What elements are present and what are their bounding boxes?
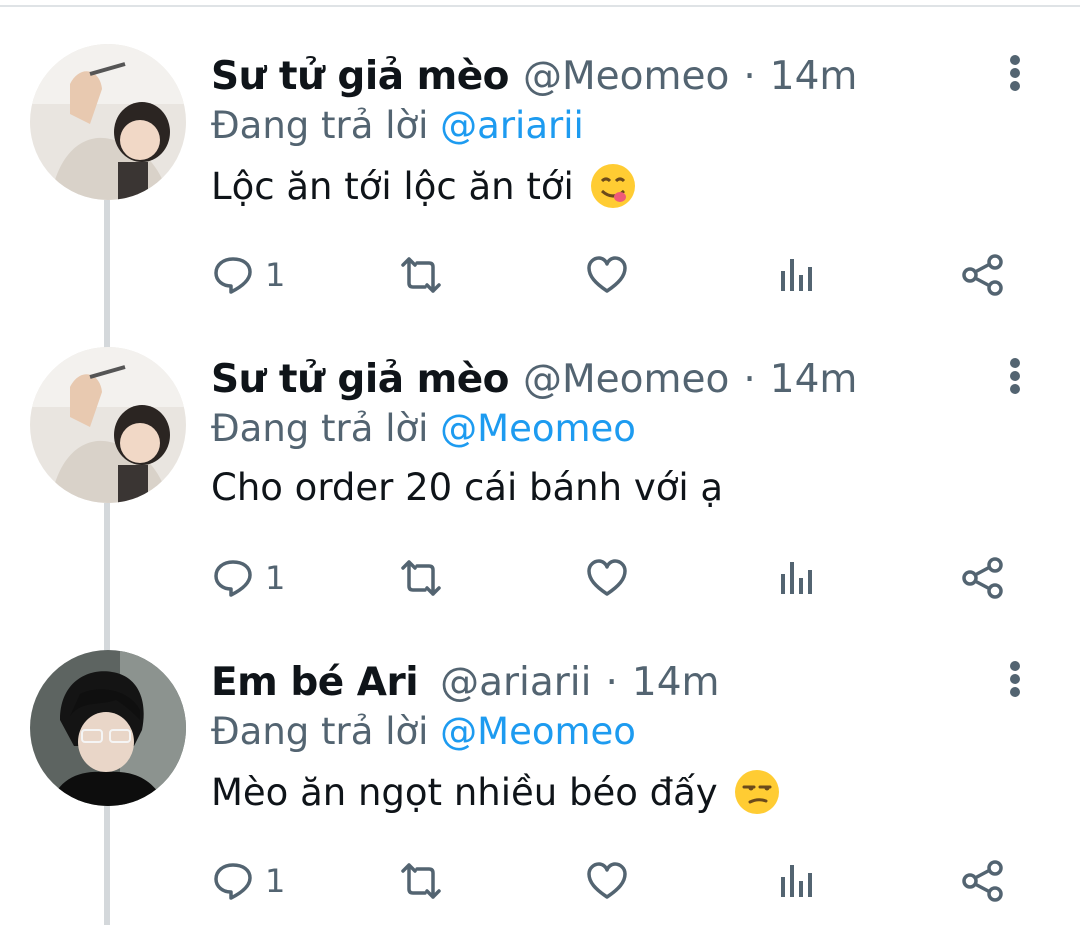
reply-count: 1	[265, 256, 286, 294]
retweet-button[interactable]	[399, 550, 443, 606]
tweet-text-content: Lộc ăn tới lộc ăn tới	[211, 164, 574, 208]
like-button[interactable]	[585, 550, 629, 606]
tweet-text: Mèo ăn ngọt nhiều béo đấy	[211, 769, 780, 815]
tweet-text: Cho order 20 cái bánh với ạ	[211, 466, 723, 509]
views-button[interactable]	[775, 247, 819, 303]
retweet-icon	[401, 560, 441, 596]
avatar-photo	[30, 347, 186, 503]
mention-link[interactable]: @ariarii	[440, 104, 584, 147]
display-name[interactable]: Sư tử giả mèo	[211, 54, 509, 99]
mention-link[interactable]: @Meomeo	[440, 407, 636, 450]
reply-icon	[214, 560, 252, 597]
reply-button[interactable]: 1	[211, 247, 285, 303]
avatar-photo	[30, 650, 186, 806]
share-icon	[962, 254, 1003, 296]
avatar[interactable]	[30, 347, 186, 503]
tweet[interactable]: Sư tử giả mèo @Meomeo · 14m Đang trả lời…	[0, 303, 1080, 606]
share-icon	[962, 860, 1003, 902]
separator-dot: ·	[743, 53, 756, 99]
like-icon	[587, 256, 627, 293]
display-name[interactable]: Em bé Ari	[211, 660, 419, 705]
views-icon	[781, 259, 812, 291]
display-name[interactable]: Sư tử giả mèo	[211, 357, 509, 402]
mention-link[interactable]: @Meomeo	[440, 710, 636, 753]
reply-button[interactable]: 1	[211, 853, 285, 909]
replying-to: Đang trả lời @ariarii	[211, 104, 584, 147]
tweet[interactable]: Sư tử giả mèo @Meomeo · 14m Đang trả lời…	[0, 0, 1080, 303]
retweet-button[interactable]	[399, 247, 443, 303]
share-icon	[962, 557, 1003, 599]
replying-to-label: Đang trả lời	[211, 710, 429, 753]
like-icon	[587, 862, 627, 899]
like-button[interactable]	[585, 247, 629, 303]
replying-to-label: Đang trả lời	[211, 104, 429, 147]
more-options-icon[interactable]	[1003, 53, 1029, 93]
user-handle[interactable]: @ariarii	[440, 660, 591, 705]
retweet-button[interactable]	[399, 853, 443, 909]
reply-button[interactable]: 1	[211, 550, 285, 606]
reply-icon	[214, 863, 252, 900]
replying-to: Đang trả lời @Meomeo	[211, 710, 636, 753]
timestamp[interactable]: 14m	[632, 660, 720, 705]
separator-dot: ·	[743, 356, 756, 402]
tweet-actions: 1	[211, 550, 1011, 606]
tweet[interactable]: Em bé Ari @ariarii · 14m Đang trả lời @M…	[0, 606, 1080, 909]
avatar[interactable]	[30, 650, 186, 806]
like-button[interactable]	[585, 853, 629, 909]
share-button[interactable]	[961, 247, 1005, 303]
more-options-icon[interactable]	[1003, 659, 1029, 699]
user-handle[interactable]: @Meomeo	[523, 54, 729, 99]
retweet-icon	[401, 863, 441, 899]
tweet-text-content: Mèo ăn ngọt nhiều béo đấy	[211, 770, 718, 814]
timestamp[interactable]: 14m	[770, 357, 858, 402]
more-options-icon[interactable]	[1003, 356, 1029, 396]
reply-count: 1	[265, 559, 286, 597]
share-button[interactable]	[961, 853, 1005, 909]
tweet-text: Lộc ăn tới lộc ăn tới	[211, 163, 636, 209]
timestamp[interactable]: 14m	[770, 54, 858, 99]
tweet-text-content: Cho order 20 cái bánh với ạ	[211, 466, 724, 509]
unamused-face-icon	[734, 770, 779, 814]
yum-face-icon	[590, 164, 635, 208]
tweet-actions: 1	[211, 247, 1011, 303]
like-icon	[587, 559, 627, 596]
views-icon	[781, 562, 812, 594]
views-button[interactable]	[775, 550, 819, 606]
avatar[interactable]	[30, 44, 186, 200]
replying-to-label: Đang trả lời	[211, 407, 429, 450]
separator-dot: ·	[605, 659, 618, 705]
share-button[interactable]	[961, 550, 1005, 606]
user-handle[interactable]: @Meomeo	[523, 357, 729, 402]
views-icon	[781, 865, 812, 897]
views-button[interactable]	[775, 853, 819, 909]
replying-to: Đang trả lời @Meomeo	[211, 407, 636, 450]
avatar-photo	[30, 44, 186, 200]
reply-icon	[214, 257, 252, 294]
tweet-actions: 1	[211, 853, 1011, 909]
reply-count: 1	[265, 862, 286, 900]
retweet-icon	[401, 257, 441, 293]
